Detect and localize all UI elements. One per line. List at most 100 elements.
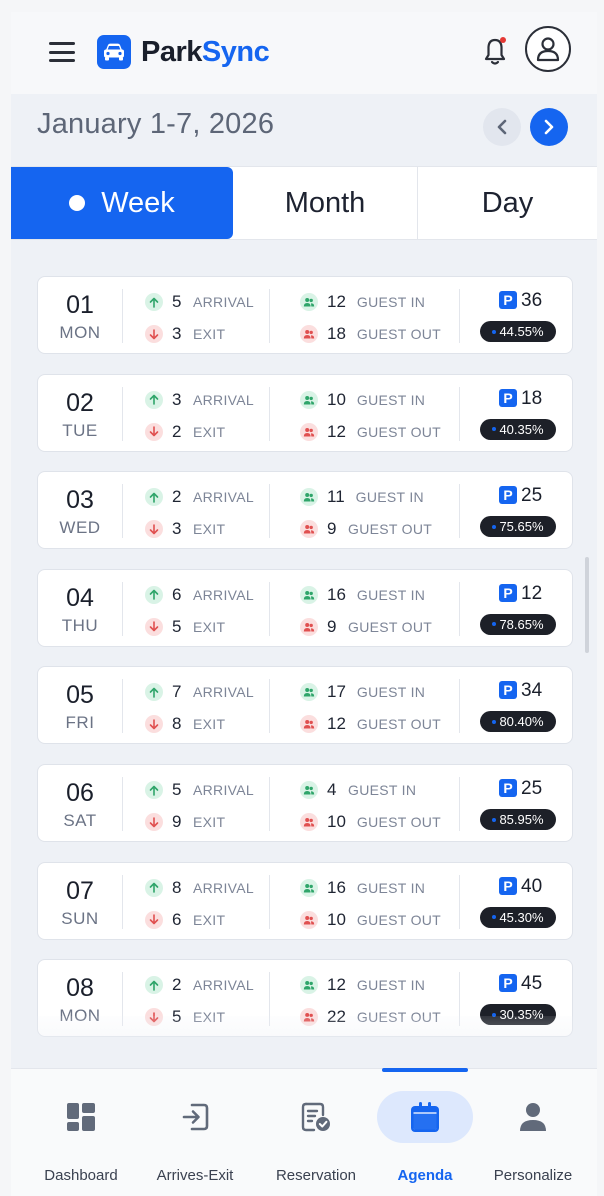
user-avatar-button[interactable] [525, 26, 571, 72]
car-logo-icon [97, 35, 131, 69]
day-date: 06 SAT [38, 765, 122, 843]
divider [122, 972, 123, 1027]
guest-out-count: 10 [327, 909, 346, 929]
guest-in-count: 4 [327, 780, 337, 799]
guest-in-row: 12 GUEST IN [300, 291, 425, 313]
parking-count: 45 [521, 973, 543, 995]
arrival-label: ARRIVAL [193, 391, 254, 408]
guest-in-label: GUEST IN [356, 879, 426, 896]
tab-day[interactable]: Day [418, 167, 597, 239]
day-card[interactable]: 04 THU 6 ARRIVAL 5 EXIT 16 GUEST IN 9 GUEST OUT P 1… [37, 568, 573, 648]
exit-label: EXIT [193, 716, 226, 733]
app-header: ParkSync [11, 12, 597, 94]
divider [459, 484, 460, 539]
day-number: 07 [66, 876, 94, 905]
divider [122, 289, 123, 343]
arrival-count: 2 [172, 975, 182, 995]
app-frame: ParkSync January 1-7, 2026 Week Month Da… [11, 12, 597, 1196]
day-date: 08 MON [38, 960, 122, 1038]
parking-summary: P 25 75.65% [480, 484, 570, 544]
nav-reservation[interactable]: Reservation [261, 1069, 371, 1196]
nav-arrives-exit[interactable]: Arrives-Exit [141, 1069, 249, 1196]
arrival-row: 6 ARRIVAL [145, 584, 254, 606]
guest-out-count: 10 [327, 812, 346, 831]
logo-text-part1: Park [141, 36, 202, 68]
exit-row: 5 EXIT [145, 616, 225, 638]
day-card[interactable]: 07 SUN 8 ARRIVAL 6 EXIT 16 GUEST IN 10 GUEST OUT P… [37, 861, 573, 940]
nav-agenda[interactable]: Agenda [377, 1069, 473, 1196]
divider [459, 581, 460, 636]
occupancy-value: 30.35% [499, 1007, 544, 1023]
guest-in-row: 16 GUEST IN [300, 877, 425, 899]
nav-dashboard[interactable]: Dashboard [23, 1069, 139, 1196]
guest-out-label: GUEST OUT [356, 423, 442, 440]
occupancy-value: 40.35% [499, 421, 544, 437]
day-weekday: FRI [65, 713, 95, 733]
guest-out-row: 9 GUEST OUT [300, 518, 432, 540]
exit-label: EXIT [193, 814, 226, 830]
guest-out-count: 12 [327, 421, 346, 441]
guest-in-icon [300, 293, 318, 311]
occupancy-value: 44.55% [499, 324, 544, 339]
guest-out-icon [300, 617, 318, 636]
guest-out-icon [300, 1008, 318, 1027]
guest-out-count: 12 [327, 714, 346, 734]
arrival-label: ARRIVAL [193, 586, 254, 603]
guest-in-icon [300, 781, 318, 799]
menu-icon[interactable] [49, 42, 75, 62]
guest-out-label: GUEST OUT [356, 716, 442, 733]
divider [269, 679, 270, 734]
exit-label: EXIT [193, 521, 226, 538]
arrival-row: 5 ARRIVAL [145, 291, 254, 313]
tab-week[interactable]: Week [11, 167, 233, 239]
next-week-button[interactable] [530, 108, 568, 146]
divider [269, 874, 270, 929]
parking-icon: P [499, 974, 517, 993]
exit-count: 5 [172, 1007, 182, 1027]
exit-count: 8 [172, 714, 182, 734]
arrival-row: 2 ARRIVAL [145, 486, 254, 508]
exit-label: EXIT [193, 423, 226, 440]
day-card[interactable]: 01 MON 5 ARRIVAL 3 EXIT 12 GUEST IN 18 GUEST OUT P… [37, 276, 573, 354]
tab-month[interactable]: Month [233, 167, 418, 239]
arrow-down-icon [145, 422, 163, 441]
nav-personalize[interactable]: Personalize [485, 1069, 581, 1196]
date-bar: January 1-7, 2026 [11, 94, 597, 166]
scrollbar-thumb[interactable] [585, 557, 589, 653]
arrival-row: 2 ARRIVAL [145, 974, 254, 996]
day-weekday: SUN [61, 908, 99, 928]
day-card[interactable]: 06 SAT 5 ARRIVAL 9 EXIT 4 GUEST IN 10 GUEST OUT P 2… [37, 764, 573, 842]
parking-icon: P [499, 779, 517, 797]
previous-week-button[interactable] [483, 108, 521, 146]
divider [459, 874, 460, 929]
exit-count: 9 [172, 812, 182, 831]
guest-in-row: 12 GUEST IN [300, 974, 425, 996]
arrow-up-icon [145, 781, 163, 799]
day-date: 05 FRI [38, 667, 122, 745]
day-list[interactable]: 01 MON 5 ARRIVAL 3 EXIT 12 GUEST IN 18 GUEST OUT P… [11, 240, 597, 1080]
divider [122, 386, 123, 441]
guest-in-row: 16 GUEST IN [300, 584, 425, 606]
exit-row: 5 EXIT [145, 1006, 225, 1028]
exit-row: 6 EXIT [145, 909, 225, 931]
guest-out-icon [300, 715, 318, 734]
person-icon [485, 1091, 581, 1143]
occupancy-pill: 45.30% [480, 906, 556, 928]
occupancy-dot-icon [492, 1012, 497, 1017]
day-card[interactable]: 08 MON 2 ARRIVAL 5 EXIT 12 GUEST IN 22 GUEST OUT P… [37, 959, 573, 1038]
exit-count: 5 [172, 616, 182, 636]
day-card[interactable]: 02 TUE 3 ARRIVAL 2 EXIT 10 GUEST IN 12 GUEST OUT P… [37, 373, 573, 452]
guest-in-row: 17 GUEST IN [300, 681, 425, 703]
day-card[interactable]: 05 FRI 7 ARRIVAL 8 EXIT 17 GUEST IN 12 GUEST OUT P… [37, 666, 573, 745]
day-card[interactable]: 03 WED 2 ARRIVAL 3 EXIT 11 GUEST IN 9 GUEST OUT P 2… [37, 471, 573, 550]
day-date: 04 THU [38, 570, 122, 648]
guest-out-icon [300, 325, 318, 343]
parking-icon: P [499, 486, 517, 505]
notification-bell-icon[interactable] [481, 36, 509, 68]
occupancy-dot-icon [492, 817, 497, 822]
divider [122, 777, 123, 831]
exit-row: 3 EXIT [145, 518, 225, 540]
parking-summary: P 18 40.35% [480, 387, 570, 447]
bottom-navigation: Dashboard Arrives-Exit Reservation Agend… [11, 1068, 597, 1196]
divider [459, 777, 460, 831]
